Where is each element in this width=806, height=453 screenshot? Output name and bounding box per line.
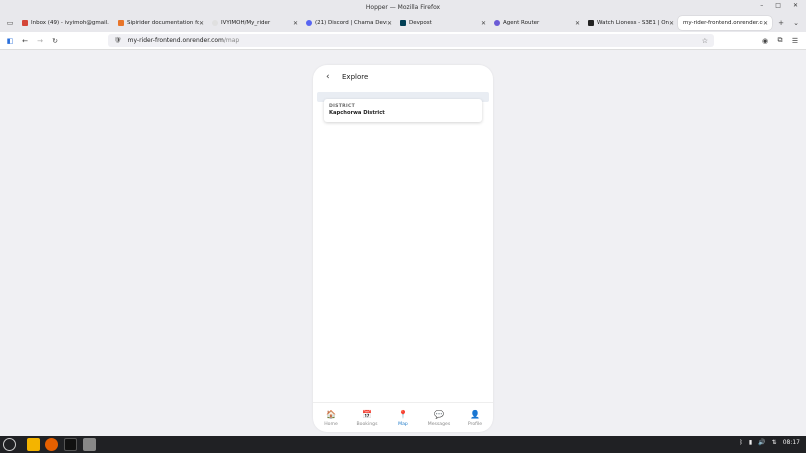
profile-icon: 👤 xyxy=(470,409,480,419)
bookmark-star-icon[interactable]: ☆ xyxy=(702,37,708,45)
nav-map[interactable]: 📍 Map xyxy=(385,403,421,432)
back-arrow-icon[interactable]: ‹ xyxy=(326,72,330,82)
tab-sipirider-docs[interactable]: Sipirider documentation fo ✕ xyxy=(114,16,208,30)
devpost-favicon-icon xyxy=(400,20,406,26)
account-icon[interactable]: ◉ xyxy=(759,35,771,46)
nav-bookings[interactable]: 📅 Bookings xyxy=(349,403,385,432)
district-card[interactable]: DISTRICT Kapchorwa District xyxy=(324,99,482,122)
tab-agent-router[interactable]: Agent Router ✕ xyxy=(490,16,584,30)
forward-icon[interactable]: → xyxy=(34,35,46,46)
nav-label: Map xyxy=(398,421,408,427)
streaming-favicon-icon xyxy=(588,20,594,26)
close-tab-icon[interactable]: ✕ xyxy=(387,20,392,27)
new-tab-icon[interactable]: + xyxy=(775,17,787,28)
close-tab-icon[interactable]: ✕ xyxy=(763,20,768,27)
nav-label: Bookings xyxy=(356,421,378,427)
battery-icon[interactable]: ▮ xyxy=(749,439,752,446)
docs-favicon-icon xyxy=(118,20,124,26)
window-titlebar: Hopper — Mozilla Firefox – □ ✕ xyxy=(0,0,806,14)
nav-label: Profile xyxy=(467,421,483,427)
agent-router-favicon-icon xyxy=(494,20,500,26)
tracking-shield-icon[interactable]: 🛡 xyxy=(114,37,122,44)
system-tray: ᛒ ▮ 🔊 ⇅ 08:17 xyxy=(739,439,800,446)
district-label: DISTRICT xyxy=(329,104,356,109)
nav-home[interactable]: 🏠 Home xyxy=(313,403,349,432)
page-viewport: ‹ Explore Map preview unavailable — add … xyxy=(0,50,806,436)
page-title: Explore xyxy=(342,73,369,81)
app-launcher-icon[interactable] xyxy=(3,438,16,451)
close-tab-icon[interactable]: ✕ xyxy=(669,20,674,27)
menu-icon[interactable]: ☰ xyxy=(789,35,801,46)
window-title: Hopper — Mozilla Firefox xyxy=(365,3,441,11)
nav-label: Messages xyxy=(427,421,451,427)
district-value: Kapchorwa District xyxy=(329,110,385,116)
gmail-favicon-icon xyxy=(22,20,28,26)
tab-devpost[interactable]: Devpost ✕ xyxy=(396,16,490,30)
clock[interactable]: 08:17 xyxy=(783,439,800,446)
network-icon[interactable]: ⇅ xyxy=(772,439,777,446)
tab-discord[interactable]: (21) Discord | Chama Devs ✕ xyxy=(302,16,396,30)
extensions-icon[interactable]: ⧉ xyxy=(774,35,786,46)
close-tab-icon[interactable]: ✕ xyxy=(199,20,204,27)
close-tab-icon[interactable]: ✕ xyxy=(575,20,580,27)
tab-inbox[interactable]: Inbox (49) - ivyimoh@gmail. xyxy=(18,16,114,30)
url-bar[interactable]: 🛡 my-rider-frontend.onrender.com /map ☆ xyxy=(108,34,714,47)
tab-overview-icon[interactable]: ▭ xyxy=(4,17,16,28)
url-host: my-rider-frontend.onrender.com xyxy=(127,37,224,44)
minimize-icon[interactable]: – xyxy=(760,2,763,9)
close-tab-icon[interactable]: ✕ xyxy=(481,20,486,27)
tab-bar: ▭ Inbox (49) - ivyimoh@gmail. Sipirider … xyxy=(0,14,806,32)
files-icon[interactable] xyxy=(27,438,40,451)
discord-favicon-icon xyxy=(306,20,312,26)
nav-messages[interactable]: 💬 Messages xyxy=(421,403,457,432)
os-taskbar: ᛒ ▮ 🔊 ⇅ 08:17 xyxy=(0,436,806,453)
maximize-icon[interactable]: □ xyxy=(775,2,781,9)
system-app-icon[interactable] xyxy=(83,438,96,451)
nav-label: Home xyxy=(324,421,338,427)
app-header: ‹ Explore xyxy=(313,65,493,91)
nav-profile[interactable]: 👤 Profile xyxy=(457,403,493,432)
reload-icon[interactable]: ↻ xyxy=(49,35,61,46)
tab-github-repo[interactable]: IVYIMOH/My_rider ✕ xyxy=(208,16,302,30)
window-controls: – □ ✕ xyxy=(760,2,798,9)
terminal-icon[interactable] xyxy=(64,438,77,451)
list-tabs-icon[interactable]: ⌄ xyxy=(790,17,802,28)
tab-my-rider-active[interactable]: my-rider-frontend.onrender.co ✕ xyxy=(678,16,772,30)
back-icon[interactable]: ← xyxy=(19,35,31,46)
url-path: /map xyxy=(223,37,240,44)
firefox-icon[interactable] xyxy=(45,438,58,451)
close-tab-icon[interactable]: ✕ xyxy=(293,20,298,27)
volume-icon[interactable]: 🔊 xyxy=(758,439,765,446)
chat-icon: 💬 xyxy=(434,409,444,419)
github-favicon-icon xyxy=(212,20,218,26)
home-icon: 🏠 xyxy=(326,409,336,419)
calendar-icon: 📅 xyxy=(362,409,372,419)
map-pin-icon: 📍 xyxy=(398,409,408,419)
sidebar-toggle-icon[interactable]: ◧ xyxy=(4,35,16,46)
bluetooth-icon[interactable]: ᛒ xyxy=(739,439,743,446)
bottom-navigation: 🏠 Home 📅 Bookings 📍 Map 💬 Messages 👤 Pro… xyxy=(313,402,493,432)
close-window-icon[interactable]: ✕ xyxy=(793,2,798,9)
tab-watch-lioness[interactable]: Watch Lioness - S3E1 | Onli ✕ xyxy=(584,16,678,30)
navigation-bar: ◧ ← → ↻ 🛡 my-rider-frontend.onrender.com… xyxy=(0,32,806,50)
app-frame: ‹ Explore Map preview unavailable — add … xyxy=(313,65,493,432)
